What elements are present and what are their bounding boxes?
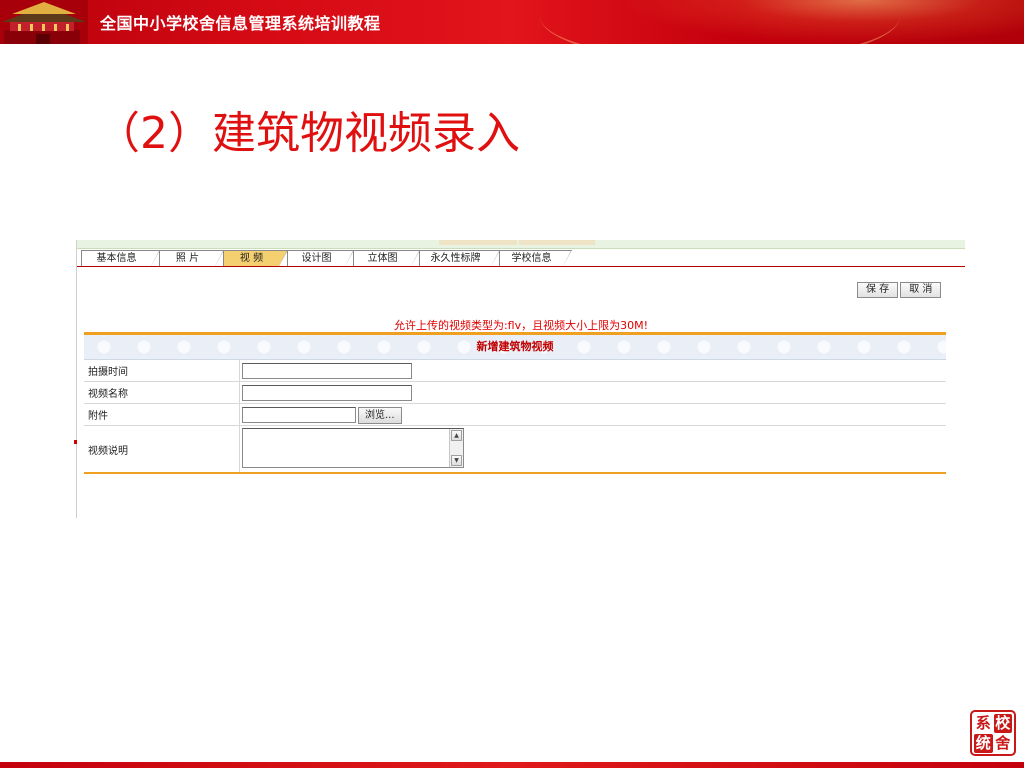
tab-3d-drawings[interactable]: 立体图 [353,250,420,266]
save-button[interactable]: 保 存 [857,282,899,298]
tab-videos[interactable]: 视 频 [223,250,288,266]
header-swoosh [540,0,900,44]
tab-school-info[interactable]: 学校信息 [499,250,572,266]
slide-header: 全国中小学校舍信息管理系统培训教程 [0,0,1024,44]
app-screenshot: 基本信息 照 片 视 频 设计图 立体图 永久性标牌 学校信息 保 存取 消 允… [76,240,965,518]
browse-button[interactable]: 浏览... [358,407,402,424]
scroll-down-icon[interactable]: ▼ [451,455,462,466]
side-marker [74,440,77,444]
top-toolbar-strip [77,240,965,249]
bottom-line [0,762,1024,768]
toolbar-fragment [519,240,595,245]
page-title: （2）建筑物视频录入 [96,108,520,159]
cancel-button[interactable]: 取 消 [900,282,942,298]
seal-char: 舍 [995,734,1011,752]
field-label: 拍摄时间 [84,360,240,381]
palace-gate-icon [0,0,88,44]
action-buttons: 保 存取 消 [857,277,943,298]
upload-notice: 允许上传的视频类型为:flv，且视频大小上限为30M! [393,319,649,332]
tab-design-drawings[interactable]: 设计图 [287,250,354,266]
tab-bar: 基本信息 照 片 视 频 设计图 立体图 永久性标牌 学校信息 [77,250,965,267]
field-label: 视频名称 [84,382,240,403]
field-label: 附件 [84,404,240,425]
seal-logo-icon: 系 校 统 舍 [970,710,1016,756]
tab-basic-info[interactable]: 基本信息 [81,250,160,266]
shoot-time-input[interactable] [242,363,412,379]
video-name-input[interactable] [242,385,412,401]
textarea-scrollbar[interactable]: ▲ ▼ [449,429,463,467]
form-row-shoot-time: 拍摄时间 [84,360,946,382]
attachment-path-input[interactable] [242,407,356,423]
seal-char: 校 [993,714,1012,733]
form-row-description: 视频说明 ▲ ▼ [84,426,946,472]
header-title: 全国中小学校舍信息管理系统培训教程 [100,14,381,33]
scroll-up-icon[interactable]: ▲ [451,430,462,441]
seal-char: 系 [975,714,991,732]
tab-permanent-signs[interactable]: 永久性标牌 [419,250,500,266]
description-textarea[interactable]: ▲ ▼ [242,428,464,468]
form-title: 新增建筑物视频 [84,335,946,360]
tab-photos[interactable]: 照 片 [159,250,224,266]
toolbar-fragment [439,240,517,245]
field-label: 视频说明 [84,426,240,472]
form-row-video-name: 视频名称 [84,382,946,404]
seal-char: 统 [974,734,993,753]
form-row-attachment: 附件 浏览... [84,404,946,426]
video-form: 新增建筑物视频 拍摄时间 视频名称 附件 浏览... 视频说明 ▲ ▼ [84,332,946,474]
